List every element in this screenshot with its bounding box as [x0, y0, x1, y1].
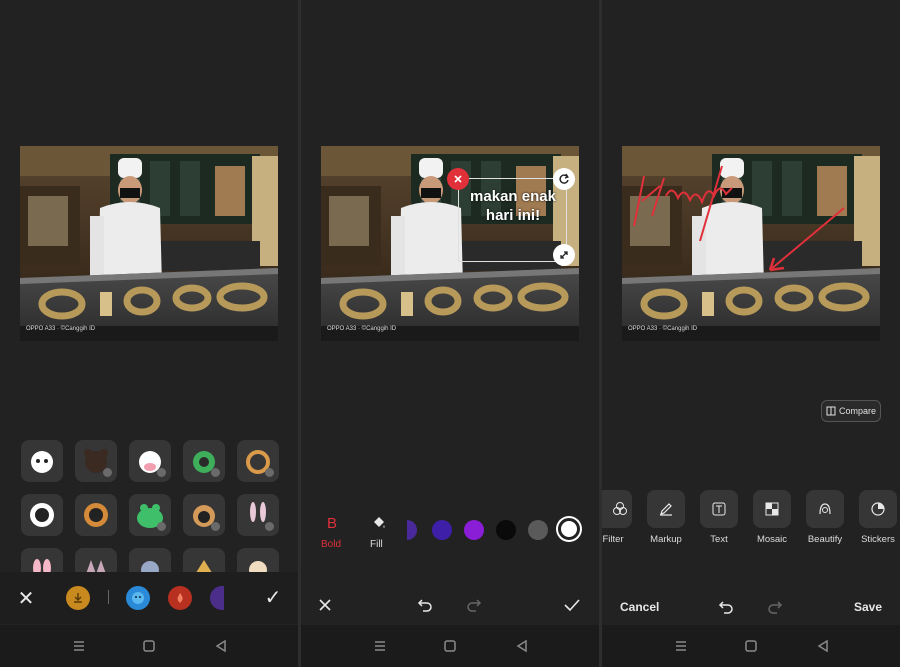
filter-tool[interactable] — [602, 490, 632, 528]
divider — [108, 590, 109, 604]
flame-icon — [177, 593, 183, 603]
confirm-button[interactable]: ✓ — [262, 586, 284, 609]
undo-icon[interactable] — [718, 599, 734, 615]
text-overlay-box[interactable]: makan enak hari ini! — [458, 178, 567, 262]
text-panel: OPPO A33 · ©Canggih ID makan enak hari i… — [301, 0, 599, 667]
color-swatch-indigo[interactable] — [432, 520, 452, 540]
editor-toolbar: Cancel Save — [602, 584, 900, 626]
pen-icon — [660, 503, 672, 516]
beautify-label: Beautify — [807, 534, 843, 545]
sticker-item[interactable] — [183, 440, 225, 482]
sticker-item[interactable] — [75, 494, 117, 536]
photo-watermark: OPPO A33 · ©Canggih ID — [327, 326, 397, 332]
fill-label: Fill — [370, 539, 383, 550]
sticker-item[interactable] — [75, 440, 117, 482]
lace-sticker-icon — [30, 503, 54, 527]
resize-icon — [560, 251, 568, 259]
back-icon[interactable] — [212, 637, 230, 655]
redo-icon[interactable] — [767, 599, 783, 615]
redo-icon[interactable] — [466, 597, 482, 613]
color-swatch-partial[interactable] — [407, 520, 417, 540]
sticker-item[interactable] — [183, 494, 225, 536]
sticker-item[interactable] — [129, 440, 171, 482]
home-icon[interactable] — [742, 637, 760, 655]
menu-icon[interactable] — [672, 637, 690, 655]
system-navbar — [602, 625, 900, 667]
cancel-button[interactable]: ✕ — [16, 588, 36, 610]
color-swatch-purple[interactable] — [464, 520, 484, 540]
menu-icon[interactable] — [371, 637, 389, 655]
text-overlay[interactable]: makan enak hari ini! — [467, 187, 559, 225]
rotate-icon — [559, 173, 569, 184]
color-swatch-white-selected[interactable] — [558, 518, 580, 540]
markup-label: Markup — [650, 534, 682, 545]
cancel-button[interactable]: Cancel — [620, 600, 659, 614]
flower-sticker-icon — [84, 503, 108, 527]
bold-tool[interactable]: B Bold — [321, 515, 345, 555]
color-swatch-gray[interactable] — [528, 520, 548, 540]
beautify-icon — [819, 503, 831, 515]
color-swatch-black[interactable] — [496, 520, 516, 540]
mosaic-label: Mosaic — [756, 534, 788, 545]
emoji-category-button[interactable] — [126, 586, 150, 610]
compare-button[interactable]: Compare — [821, 400, 881, 422]
close-icon[interactable] — [318, 598, 332, 612]
sticker-item[interactable] — [237, 440, 279, 482]
more-category-button[interactable] — [210, 586, 224, 610]
stickers-label: Stickers — [861, 534, 895, 545]
photo-watermark: OPPO A33 · ©Canggih ID — [26, 326, 96, 332]
sticker-toolbar: ✕ ✓ — [0, 572, 298, 624]
stickers-tool[interactable] — [859, 490, 897, 528]
photo-image — [622, 146, 880, 341]
compare-label: Compare — [838, 406, 876, 416]
text-label: Text — [710, 534, 728, 545]
sticker-icon — [871, 502, 885, 516]
text-icon — [712, 502, 726, 516]
save-button[interactable]: Save — [854, 600, 882, 614]
mosaic-icon — [765, 502, 779, 516]
fill-tool[interactable]: Fill — [367, 515, 391, 555]
sticker-item[interactable] — [129, 494, 171, 536]
back-icon[interactable] — [814, 637, 832, 655]
home-icon[interactable] — [140, 637, 158, 655]
sticker-item[interactable] — [21, 440, 63, 482]
cat-sticker-icon — [31, 451, 53, 473]
delete-text-button[interactable] — [447, 168, 469, 190]
markup-tool[interactable] — [647, 490, 685, 528]
text-toolbar — [301, 584, 599, 626]
close-icon — [454, 175, 462, 183]
beautify-tool[interactable] — [806, 490, 844, 528]
confirm-icon[interactable] — [563, 597, 581, 613]
photo-image — [20, 146, 278, 341]
compare-icon — [826, 406, 836, 416]
photo-preview: OPPO A33 · ©Canggih ID — [622, 146, 880, 341]
download-category-button[interactable] — [66, 586, 90, 610]
fill-bucket-icon — [374, 517, 385, 528]
home-icon[interactable] — [441, 637, 459, 655]
bold-label: Bold — [321, 539, 342, 550]
fire-category-button[interactable] — [168, 586, 192, 610]
undo-icon[interactable] — [417, 597, 433, 613]
text-tool[interactable] — [700, 490, 738, 528]
mosaic-tool[interactable] — [753, 490, 791, 528]
photo-preview: OPPO A33 · ©Canggih ID — [20, 146, 278, 341]
back-icon[interactable] — [513, 637, 531, 655]
filter-icon — [613, 502, 627, 515]
rotate-text-button[interactable] — [553, 168, 575, 190]
sticker-item[interactable] — [237, 494, 279, 536]
editor-panel: OPPO A33 · ©Canggih ID Compare Filter Ma… — [602, 0, 900, 667]
bold-glyph: B — [327, 515, 338, 532]
download-icon — [74, 593, 82, 603]
sticker-item[interactable] — [21, 494, 63, 536]
photo-watermark: OPPO A33 · ©Canggih ID — [628, 326, 698, 332]
photo-preview: OPPO A33 · ©Canggih ID makan enak hari i… — [321, 146, 579, 341]
menu-icon[interactable] — [70, 637, 88, 655]
resize-text-button[interactable] — [553, 244, 575, 266]
system-navbar — [301, 625, 599, 667]
sticker-panel: OPPO A33 · ©Canggih ID ✕ ✓ — [0, 0, 298, 667]
face-icon — [132, 592, 144, 604]
system-navbar — [0, 625, 298, 667]
